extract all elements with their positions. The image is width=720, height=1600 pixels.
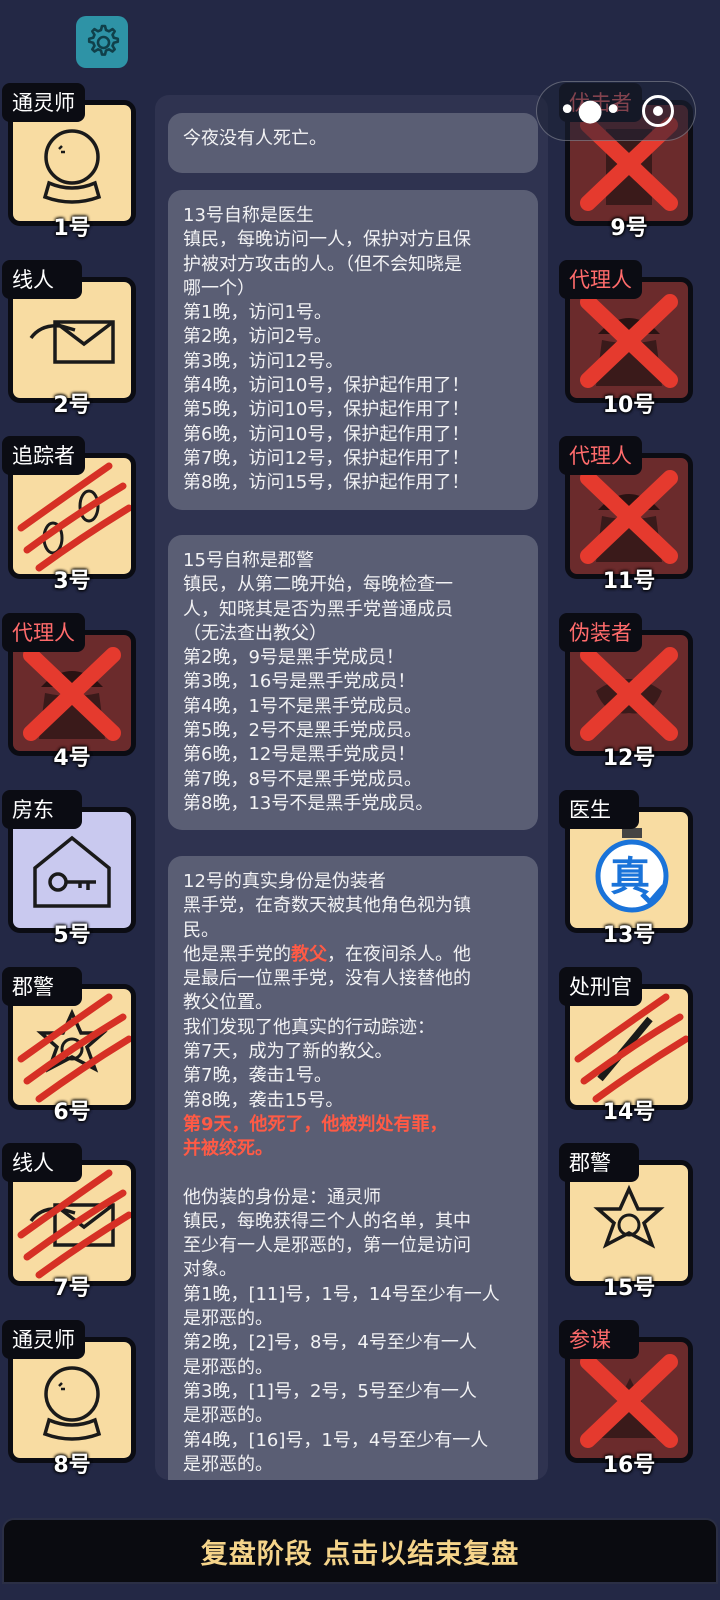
settings-button[interactable] xyxy=(76,16,128,68)
agent-icon xyxy=(580,293,678,388)
player-role-label: 通灵师 xyxy=(2,1319,85,1359)
player-number: 16号 xyxy=(602,1452,656,1478)
envelope-hand-icon xyxy=(29,319,115,364)
more-dots-icon[interactable]: •●• xyxy=(558,96,623,126)
executioner-icon xyxy=(574,993,688,1102)
house-key-icon xyxy=(33,835,111,908)
player-number: 14号 xyxy=(602,1099,656,1125)
agent-icon xyxy=(23,647,121,742)
agent-icon xyxy=(580,470,678,565)
player-role-label: 代理人 xyxy=(559,259,642,299)
log-message-no-death: 今夜没有人死亡。 xyxy=(168,113,538,173)
player-number: 1号 xyxy=(53,216,91,241)
player-slot-13[interactable]: 真 医生 13号 xyxy=(559,789,699,948)
player-number: 8号 xyxy=(53,1452,91,1478)
log-message-doctor-claim: 13号自称是医生 镇民，每晚访问一人，保护对方且保 护被对方攻击的人。（但不会知晓是… xyxy=(168,190,538,510)
end-review-button[interactable]: 复盘阶段 点击以结束复盘 xyxy=(2,1518,718,1584)
player-number: 15号 xyxy=(602,1276,656,1302)
player-number: 7号 xyxy=(53,1276,91,1302)
player-slot-6[interactable]: 郡警 6号 xyxy=(2,966,142,1125)
player-slot-12[interactable]: 伪装者 12号 xyxy=(559,613,699,772)
player-number: 13号 xyxy=(602,922,656,948)
verified-badge: 真 xyxy=(610,853,650,900)
player-slot-7[interactable]: 线人 7号 xyxy=(2,1143,142,1302)
player-slot-10[interactable]: 代理人 10号 xyxy=(559,259,699,418)
envelope-hand-icon xyxy=(17,1169,131,1279)
player-role-label: 代理人 xyxy=(559,436,642,476)
player-slot-4[interactable]: 代理人 4号 xyxy=(2,613,142,772)
player-number: 2号 xyxy=(53,392,91,418)
player-number: 4号 xyxy=(53,746,91,772)
footprints-icon xyxy=(17,462,131,572)
player-role-label: 房东 xyxy=(2,789,82,829)
player-slot-11[interactable]: 代理人 11号 xyxy=(559,436,699,595)
player-slot-5[interactable]: 房东 5号 xyxy=(2,789,142,948)
player-role-label: 线人 xyxy=(2,259,82,299)
player-role-label: 郡警 xyxy=(559,1143,639,1183)
godfather-highlight: 教父 xyxy=(291,943,327,965)
log-message-reveal: 12号的真实身份是伪装者 黑手党，在奇数天被其他角色视为镇 民。 他是黑手党的教… xyxy=(168,856,538,1480)
player-role-label: 医生 xyxy=(559,789,639,829)
player-number: 3号 xyxy=(53,569,91,595)
player-number: 10号 xyxy=(602,392,656,418)
player-number: 5号 xyxy=(53,922,91,948)
player-role-label: 处刑官 xyxy=(559,966,642,1006)
player-slot-14[interactable]: 处刑官 14号 xyxy=(559,966,699,1125)
game-log-panel[interactable]: 今夜没有人死亡。 13号自称是医生 镇民，每晚访问一人，保护对方且保 护被对方攻击的… xyxy=(155,95,548,1480)
player-role-label: 通灵师 xyxy=(2,83,85,122)
player-slot-15[interactable]: 郡警 15号 xyxy=(559,1143,699,1302)
sheriff-star-icon xyxy=(593,1184,665,1249)
player-role-label: 线人 xyxy=(2,1143,82,1183)
miniprogram-capsule: •●• xyxy=(536,81,696,141)
gear-icon xyxy=(87,24,120,56)
crystal-ball-icon xyxy=(42,129,102,204)
player-role-label: 伪装者 xyxy=(559,613,642,653)
crystal-ball-icon xyxy=(42,1366,102,1441)
player-role-label: 郡警 xyxy=(2,966,82,1006)
player-number: 6号 xyxy=(53,1099,91,1125)
advisor-icon xyxy=(580,1353,678,1448)
death-verdict: 第9天，他死了，他被判处有罪， xyxy=(183,1113,448,1135)
player-number: 9号 xyxy=(610,216,648,241)
player-role-label: 参谋 xyxy=(559,1319,639,1359)
player-number: 11号 xyxy=(602,569,656,595)
sheriff-star-icon xyxy=(17,993,131,1102)
mask-icon xyxy=(580,647,678,742)
player-number: 12号 xyxy=(602,746,656,772)
player-slot-1[interactable]: 通灵师 1号 xyxy=(2,83,142,241)
player-role-label: 追踪者 xyxy=(2,436,85,476)
log-message-sheriff-claim: 15号自称是郡警 镇民，从第二晚开始，每晚检查一 人，知晓其是否为黑手党普通成员 （无… xyxy=(168,535,538,831)
target-icon[interactable] xyxy=(641,95,674,127)
player-slot-2[interactable]: 线人 2号 xyxy=(2,259,142,418)
player-slot-3[interactable]: 追踪者 3号 xyxy=(2,436,142,595)
player-role-label: 代理人 xyxy=(2,613,85,653)
player-slot-8[interactable]: 通灵师 8号 xyxy=(2,1319,142,1478)
player-slot-16[interactable]: 参谋 16号 xyxy=(559,1319,699,1478)
